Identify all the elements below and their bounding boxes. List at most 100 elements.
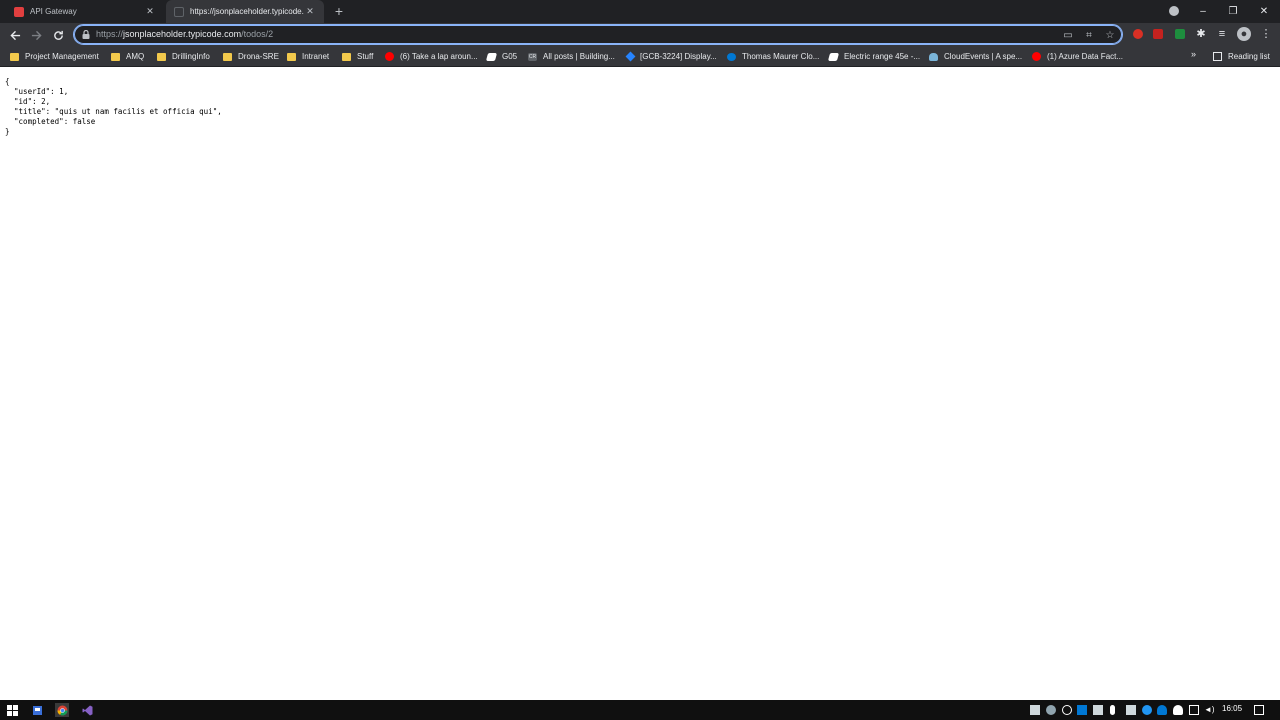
tab-title: API Gateway bbox=[30, 7, 77, 16]
extension-dashes-icon[interactable] bbox=[1153, 29, 1163, 39]
cr-icon: CR bbox=[528, 52, 537, 61]
onedrive-icon[interactable] bbox=[1157, 705, 1167, 715]
bookmarks-bar: Project Management AMQ DrillingInfo Dron… bbox=[0, 46, 1280, 67]
bookmark-electric-range[interactable]: Electric range 45e -... bbox=[827, 49, 921, 64]
reading-list-button[interactable]: Reading list bbox=[1213, 49, 1270, 64]
tray-at-icon[interactable] bbox=[1062, 705, 1072, 715]
tab-strip: API Gateway ✕ https://jsonplaceholder.ty… bbox=[0, 0, 1280, 23]
tray-cloud-icon[interactable] bbox=[1046, 705, 1056, 715]
bookmark-all-posts[interactable]: CR All posts | Building... bbox=[528, 49, 615, 64]
jira-icon bbox=[625, 51, 636, 62]
visual-studio-icon[interactable] bbox=[80, 703, 94, 717]
bookmark-label: (1) Azure Data Fact... bbox=[1047, 52, 1124, 61]
back-button[interactable] bbox=[7, 27, 23, 43]
outlook-icon[interactable] bbox=[1077, 705, 1087, 715]
folder-icon bbox=[157, 52, 166, 61]
network-icon[interactable] bbox=[1189, 705, 1199, 715]
bookmark-label: [GCB-3224] Display... bbox=[640, 52, 717, 61]
reading-list-label: Reading list bbox=[1228, 52, 1270, 61]
restore-button[interactable]: ❐ bbox=[1218, 0, 1248, 23]
extensions-puzzle-icon[interactable]: ✱ bbox=[1194, 27, 1208, 41]
bookmark-label: Drona-SRE bbox=[238, 52, 279, 61]
bookmark-azure-data-factory[interactable]: (1) Azure Data Fact... bbox=[1032, 49, 1123, 64]
bookmark-gcb-3224[interactable]: [GCB-3224] Display... bbox=[625, 49, 717, 64]
minimize-button[interactable]: – bbox=[1188, 0, 1218, 23]
taskbar: ◄) 16:05 bbox=[0, 700, 1280, 720]
close-icon[interactable]: ✕ bbox=[304, 6, 316, 18]
tray-app-icon[interactable] bbox=[1126, 705, 1136, 715]
tab-api-gateway[interactable]: API Gateway ✕ bbox=[6, 0, 164, 23]
arrow-left-icon bbox=[9, 30, 20, 40]
folder-icon bbox=[342, 52, 351, 61]
bookmark-cloudevents[interactable]: CloudEvents | A spe... bbox=[929, 49, 1022, 64]
reload-icon bbox=[53, 30, 63, 40]
onedrive-personal-icon[interactable] bbox=[1173, 705, 1183, 715]
bookmark-label: Electric range 45e -... bbox=[844, 52, 921, 61]
bookmark-label: Stuff bbox=[357, 52, 374, 61]
more-menu-icon[interactable]: ⋮ bbox=[1259, 27, 1273, 41]
bookmark-label: CloudEvents | A spe... bbox=[944, 52, 1023, 61]
youtube-icon bbox=[385, 52, 394, 61]
json-response: { "userId": 1, "id": 2, "title": "quis u… bbox=[5, 77, 222, 136]
domain-icon bbox=[485, 52, 498, 61]
bookmark-label: Project Management bbox=[25, 52, 99, 61]
media-control-icon[interactable]: ≡ bbox=[1215, 27, 1229, 41]
extension-green-icon[interactable] bbox=[1175, 29, 1185, 39]
reload-button[interactable] bbox=[50, 27, 66, 43]
tray-app-icon[interactable] bbox=[1093, 705, 1103, 715]
bookmark-amq[interactable]: AMQ bbox=[111, 49, 144, 64]
folder-icon bbox=[111, 52, 120, 61]
bookmark-stuff[interactable]: Stuff bbox=[342, 49, 373, 64]
clock[interactable]: 16:05 bbox=[1222, 704, 1242, 713]
bookmark-label: All posts | Building... bbox=[543, 52, 615, 61]
bookmark-g05[interactable]: G05 bbox=[485, 49, 517, 64]
folder-icon bbox=[287, 52, 296, 61]
bookmark-label: Thomas Maurer Clo... bbox=[742, 52, 820, 61]
tab-title: https://jsonplaceholder.typicode.com/tod… bbox=[190, 7, 304, 16]
forward-button[interactable] bbox=[28, 27, 44, 43]
notifications-icon[interactable] bbox=[1254, 705, 1264, 715]
close-window-button[interactable]: ✕ bbox=[1249, 0, 1279, 23]
bookmark-label: Intranet bbox=[302, 52, 330, 61]
arrow-right-icon bbox=[31, 30, 42, 40]
close-icon[interactable]: ✕ bbox=[144, 6, 156, 18]
extension-red-icon[interactable] bbox=[1133, 29, 1143, 39]
bluetooth-icon[interactable] bbox=[1142, 705, 1152, 715]
youtube-icon bbox=[1032, 52, 1041, 61]
bookmark-star-icon[interactable]: ☆ bbox=[1104, 30, 1116, 42]
tab-jsonplaceholder[interactable]: https://jsonplaceholder.typicode.com/tod… bbox=[166, 0, 324, 23]
microphone-icon[interactable] bbox=[1110, 705, 1115, 715]
new-tab-button[interactable]: + bbox=[332, 4, 346, 18]
cast-icon[interactable]: ▭ bbox=[1062, 30, 1074, 42]
volume-icon[interactable]: ◄) bbox=[1204, 705, 1215, 715]
bookmark-label: AMQ bbox=[126, 52, 145, 61]
page-content: { "userId": 1, "id": 2, "title": "quis u… bbox=[0, 67, 1280, 700]
bookmark-intranet[interactable]: Intranet bbox=[287, 49, 329, 64]
app-icon[interactable] bbox=[30, 703, 44, 717]
bookmark-thomas-maurer[interactable]: Thomas Maurer Clo... bbox=[727, 49, 819, 64]
windows-start-icon[interactable] bbox=[5, 703, 19, 717]
url-path: /todos/2 bbox=[241, 29, 274, 39]
bookmark-label: DrillingInfo bbox=[172, 52, 210, 61]
profile-avatar-icon[interactable]: ● bbox=[1237, 27, 1251, 41]
domain-icon bbox=[827, 52, 840, 61]
url-text[interactable]: https://jsonplaceholder.typicode.com/tod… bbox=[96, 29, 273, 39]
bookmark-project-management[interactable]: Project Management bbox=[10, 49, 99, 64]
address-bar[interactable]: https://jsonplaceholder.typicode.com/tod… bbox=[73, 24, 1123, 45]
blank-page-icon bbox=[174, 6, 184, 17]
folder-icon bbox=[223, 52, 232, 61]
more-bookmarks-chevron-icon[interactable]: » bbox=[1191, 49, 1196, 59]
chrome-icon[interactable] bbox=[55, 703, 69, 717]
bookmark-take-a-lap[interactable]: (6) Take a lap aroun... bbox=[385, 49, 478, 64]
aws-api-gateway-icon bbox=[14, 6, 24, 17]
lock-icon[interactable] bbox=[82, 30, 90, 39]
reading-list-icon bbox=[1213, 52, 1222, 61]
tab-search-icon[interactable] bbox=[1169, 6, 1179, 16]
url-scheme: https:// bbox=[96, 29, 124, 39]
qr-code-icon[interactable]: ⌗ bbox=[1083, 30, 1095, 42]
bookmark-drillinginfo[interactable]: DrillingInfo bbox=[157, 49, 210, 64]
toolbar: https://jsonplaceholder.typicode.com/tod… bbox=[0, 23, 1280, 46]
tray-app-icon[interactable] bbox=[1030, 705, 1040, 715]
folder-icon bbox=[10, 52, 19, 61]
bookmark-drona-sre[interactable]: Drona-SRE bbox=[223, 49, 279, 64]
